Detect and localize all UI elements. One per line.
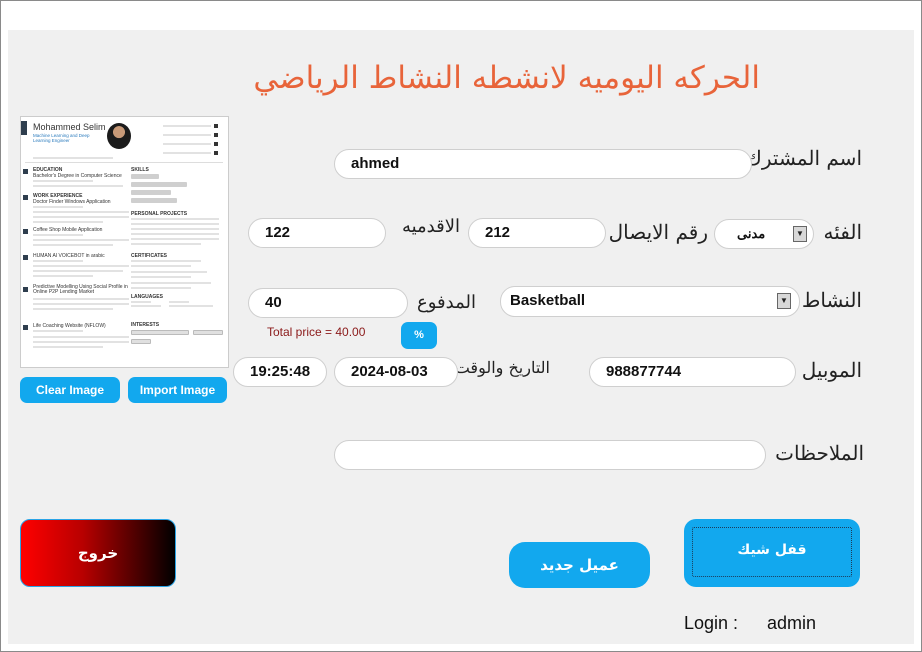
date-input[interactable]: 2024-08-03	[334, 357, 458, 387]
resume-name: Mohammed Selim	[33, 122, 106, 132]
photo-preview: Mohammed Selim Machine Learning and Deep…	[20, 116, 229, 368]
time-input[interactable]: 19:25:48	[233, 357, 327, 387]
resume-item: HUMAN AI VOICEBOT in arabic	[33, 253, 105, 259]
notes-label: الملاحظات	[775, 441, 864, 465]
mobile-input[interactable]: 988877744	[589, 357, 796, 387]
resume-item: Doctor Finder Windows Application	[33, 199, 111, 205]
import-image-button[interactable]: Import Image	[128, 377, 227, 403]
receipt-number-input[interactable]: 212	[468, 218, 606, 248]
category-value: مدنى	[737, 226, 766, 241]
activity-value: Basketball	[510, 292, 586, 309]
category-label: الفئه	[823, 220, 862, 244]
close-check-button[interactable]: قفل شيك	[684, 519, 860, 587]
resume-section-languages: LANGUAGES	[131, 294, 163, 300]
paid-input[interactable]: 40	[248, 288, 408, 318]
resume-item: Bachelor's Degree in Computer Science	[33, 173, 122, 179]
resume-subtitle: Machine Learning and Deep Learning Engin…	[33, 133, 90, 143]
resume-section-projects: PERSONAL PROJECTS	[131, 211, 188, 217]
resume-item: Predictive Modelling Using Social Profil…	[33, 284, 128, 295]
receipt-number-label: رقم الايصال	[608, 220, 708, 244]
total-price-text: Total price = 40.00	[267, 325, 366, 339]
academy-label: الاقدميه	[401, 216, 460, 237]
new-client-button[interactable]: عميل جديد	[509, 542, 650, 588]
resume-section-interests: INTERESTS	[131, 322, 160, 328]
close-check-label: قفل شيك	[737, 542, 807, 558]
date-time-label: التاريخ والوقت	[454, 358, 550, 377]
category-select[interactable]: مدنى ▼	[714, 219, 814, 249]
resume-item: Life Coaching Website (NFLOW)	[33, 323, 106, 329]
activity-label: النشاط	[801, 288, 862, 312]
clear-image-button[interactable]: Clear Image	[20, 377, 120, 403]
resume-accent-bar	[21, 121, 27, 135]
subscriber-name-label: اسم المشترك	[745, 146, 862, 170]
percent-button[interactable]: %	[401, 322, 437, 349]
notes-input[interactable]	[334, 440, 766, 470]
paid-label: المدفوع	[417, 292, 476, 313]
chevron-down-icon[interactable]: ▼	[793, 226, 807, 242]
academy-input[interactable]: 122	[248, 218, 386, 248]
chevron-down-icon[interactable]: ▼	[777, 293, 791, 309]
resume-section-skills: SKILLS	[131, 167, 149, 173]
login-user: admin	[767, 613, 817, 633]
page-title: الحركه اليوميه لانشطه النشاط الرياضي	[253, 60, 760, 96]
resume-photo	[107, 123, 131, 149]
resume-section-certificates: CERTIFICATES	[131, 253, 168, 259]
exit-button[interactable]: خروج	[20, 519, 176, 587]
login-label: Login :	[684, 613, 739, 633]
activity-select[interactable]: Basketball ▼	[500, 286, 800, 317]
resume-item: Coffee Shop Mobile Application	[33, 227, 103, 233]
subscriber-name-input[interactable]: ahmed	[334, 149, 752, 179]
mobile-label: الموبيل	[801, 358, 862, 382]
